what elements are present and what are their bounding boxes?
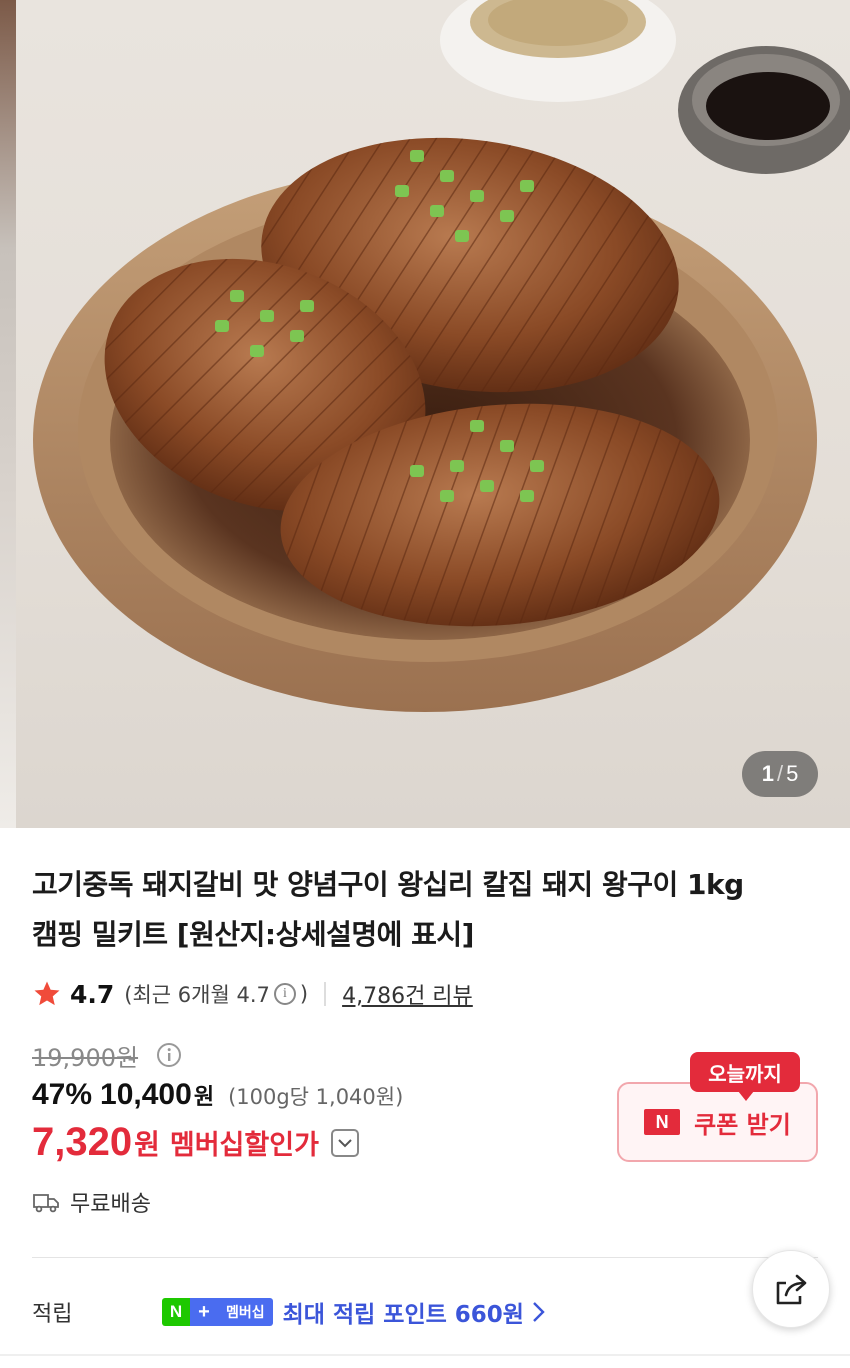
points-label: 적립 [32,1302,73,1327]
product-image-gallery[interactable]: 1 / 5 [0,0,850,828]
get-coupon-label: 쿠폰 받기 [694,1110,791,1139]
member-price: 7,320 [32,1120,133,1164]
image-counter-total: 5 [786,761,799,786]
member-price-row: 7,320 원 멤버십할인가 [32,1120,359,1165]
sale-price: 10,400 [100,1078,192,1111]
product-title: 고기중독 돼지갈비 맛 양념구이 왕십리 칼집 돼지 왕구이 1kg 캠핑 밀키… [32,860,812,960]
star-icon [34,981,60,1006]
image-counter-separator: / [776,761,784,786]
price-info-icon[interactable] [156,1042,182,1068]
image-counter-current: 1 [761,761,774,786]
member-price-unit: 원 [134,1127,160,1161]
discount-rate: 47% [32,1078,93,1111]
recent-rating-text: (최근 6개월 4.7 [124,983,270,1007]
product-title-line2: 캠핑 밀키트 [원산지:상세설명에 표시] [32,918,474,951]
get-coupon-button[interactable]: N 쿠폰 받기 [617,1082,818,1162]
points-row[interactable]: 적립 N + 멤버십 최대 적립 포인트 660원 [32,1292,546,1332]
bottom-divider [0,1354,850,1356]
naver-n-icon: N [162,1298,190,1326]
max-points-text: 최대 적립 포인트 [282,1302,447,1328]
naver-logo-icon: N [644,1109,681,1135]
original-price: 19,900원 [32,1044,139,1072]
product-title-line1: 고기중독 돼지갈비 맛 양념구이 왕십리 칼집 돼지 왕구이 1kg [32,868,744,901]
chevron-right-icon [533,1302,545,1322]
shipping-info: 무료배송 [32,1186,151,1218]
section-divider [32,1257,818,1258]
review-count-link[interactable]: 4,786건 리뷰 [342,978,473,1010]
sale-price-row: 47% 10,400 원 (100g당 1,040원) [32,1078,403,1112]
rating-score: 4.7 [70,979,115,1009]
chevron-down-icon[interactable] [330,1128,359,1157]
free-shipping-label: 무료배송 [70,1192,151,1217]
truck-icon [33,1194,59,1213]
product-photo [33,0,850,712]
naver-plus-membership-badge: N + 멤버십 [162,1298,273,1326]
sale-price-unit: 원 [193,1085,215,1110]
member-price-label: 멤버십할인가 [169,1130,319,1161]
today-only-badge: 오늘까지 [690,1052,800,1101]
recent-rating-close: ) [299,982,309,1006]
plus-icon: + [190,1298,218,1326]
info-icon[interactable]: i [273,983,296,1005]
rating-divider [324,982,327,1006]
recent-rating: (최근 6개월 4.7 i ) [124,979,308,1009]
product-detail-page: 1 / 5 고기중독 돼지갈비 맛 양념구이 왕십리 칼집 돼지 왕구이 1kg… [0,0,850,1368]
share-button[interactable] [752,1250,830,1328]
membership-badge-text: 멤버십 [218,1298,273,1326]
max-points-amount: 660원 [454,1302,524,1328]
share-icon [776,1274,807,1305]
unit-price: (100g당 1,040원) [228,1085,404,1109]
image-counter: 1 / 5 [742,751,818,797]
rating-row: 4.7 (최근 6개월 4.7 i ) 4,786건 리뷰 [32,976,473,1012]
